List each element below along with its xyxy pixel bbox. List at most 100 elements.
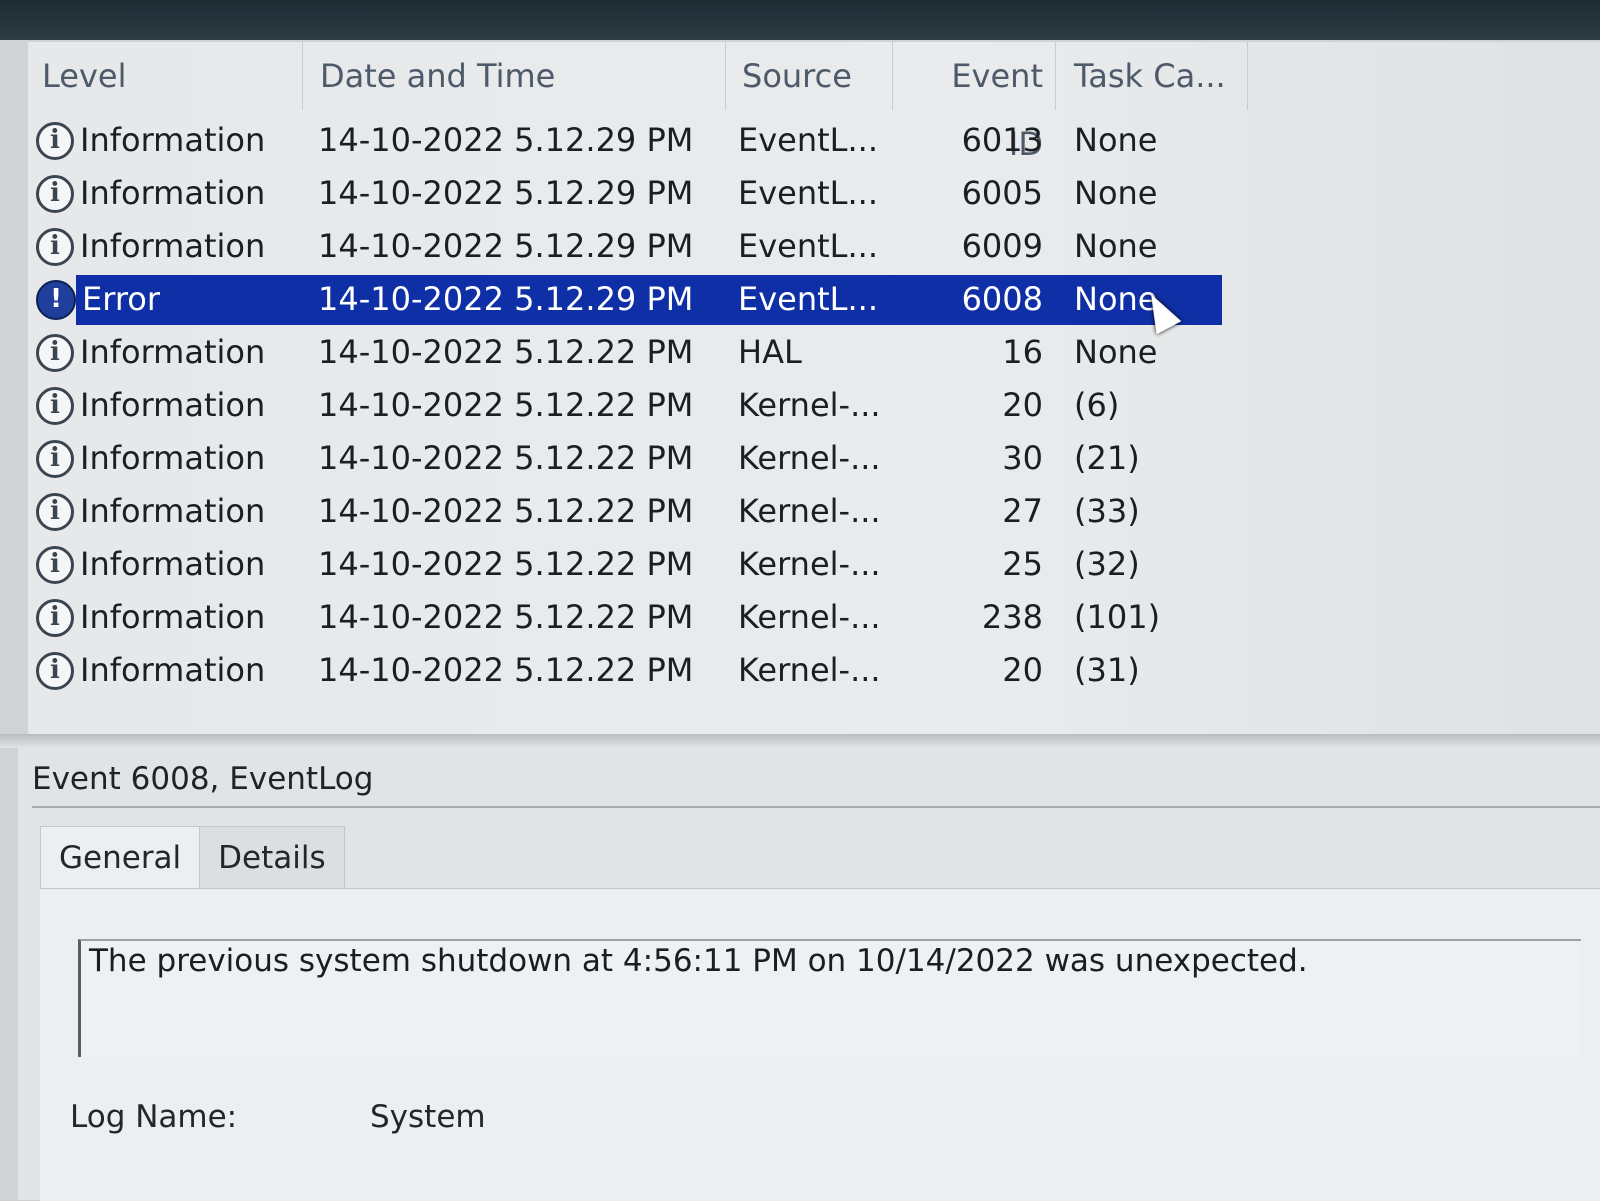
column-header-task-category[interactable]: Task Ca... [1060, 42, 1248, 110]
level-text: Information [80, 651, 266, 689]
level-text: Information [80, 545, 266, 583]
event-rows: i Information 14-10-2022 5.12.29 PM EventL.… [28, 114, 1600, 697]
date-time-cell: 14-10-2022 5.12.29 PM [318, 227, 694, 265]
table-row[interactable]: i Information 14-10-2022 5.12.22 PM Kernel-… [28, 538, 1248, 591]
log-name-label: Log Name: [70, 1099, 238, 1135]
information-icon: i [36, 386, 74, 425]
event-id-cell: 20 [1002, 386, 1043, 424]
source-cell: Kernel-... [738, 439, 881, 477]
level-cell: i Information [36, 379, 306, 432]
level-cell: i Information [36, 591, 306, 644]
task-category-cell: (32) [1074, 545, 1140, 583]
source-cell: Kernel-... [738, 492, 881, 530]
column-header-event-id[interactable]: Event ID [896, 42, 1056, 163]
column-header-date-time[interactable]: Date and Time [306, 42, 726, 110]
log-name-value: System [370, 1099, 486, 1135]
task-category-cell: None [1074, 174, 1158, 212]
date-time-cell: 14-10-2022 5.12.29 PM [318, 280, 694, 318]
event-id-cell: 6013 [961, 121, 1043, 159]
event-id-cell: 6005 [961, 174, 1043, 212]
window-title-strip [0, 0, 1600, 40]
date-time-cell: 14-10-2022 5.12.22 PM [318, 439, 694, 477]
level-text: Information [80, 333, 266, 371]
level-text: Information [80, 121, 266, 159]
tab-general[interactable]: General [40, 826, 201, 889]
task-category-cell: (6) [1074, 386, 1120, 424]
date-time-cell: 14-10-2022 5.12.22 PM [318, 598, 694, 636]
column-header-level[interactable]: Level [28, 42, 303, 110]
level-cell: i Information [36, 220, 306, 273]
date-time-cell: 14-10-2022 5.12.22 PM [318, 492, 694, 530]
level-cell: i Information [36, 432, 306, 485]
level-cell: ! Error [36, 273, 306, 326]
table-row[interactable]: i Information 14-10-2022 5.12.22 PM Kernel-… [28, 485, 1248, 538]
divider [32, 806, 1600, 808]
level-cell: i Information [36, 485, 306, 538]
information-icon: i [36, 651, 74, 690]
information-icon: i [36, 439, 74, 478]
event-id-cell: 6009 [961, 227, 1043, 265]
source-cell: Kernel-... [738, 545, 881, 583]
column-header-row: Level Date and Time Source Event ID Task… [28, 42, 1248, 163]
event-id-cell: 6008 [961, 280, 1043, 318]
date-time-cell: 14-10-2022 5.12.29 PM [318, 174, 694, 212]
information-icon: i [36, 333, 74, 372]
table-row[interactable]: ! Error 14-10-2022 5.12.29 PM EventL... 6008… [28, 273, 1248, 326]
event-message-text: The previous system shutdown at 4:56:11 … [89, 943, 1308, 979]
level-cell: i Information [36, 538, 306, 591]
table-row[interactable]: i Information 14-10-2022 5.12.29 PM EventL.… [28, 220, 1248, 273]
table-row[interactable]: i Information 14-10-2022 5.12.22 PM Kernel-… [28, 644, 1248, 697]
event-details-title: Event 6008, EventLog [32, 761, 374, 797]
source-cell: EventL... [738, 174, 879, 212]
event-id-cell: 25 [1002, 545, 1043, 583]
table-row[interactable]: i Information 14-10-2022 5.12.29 PM EventL.… [28, 114, 1248, 167]
column-header-source[interactable]: Source [728, 42, 893, 110]
error-icon: ! [36, 279, 76, 320]
event-details-panel: Event 6008, EventLog General Details The… [18, 748, 1600, 1201]
task-category-cell: None [1074, 333, 1158, 371]
level-cell: i Information [36, 644, 306, 697]
source-cell: Kernel-... [738, 386, 881, 424]
source-cell: EventL... [738, 280, 879, 318]
table-row[interactable]: i Information 14-10-2022 5.12.29 PM EventL.… [28, 167, 1248, 220]
table-row[interactable]: i Information 14-10-2022 5.12.22 PM Kernel-… [28, 379, 1248, 432]
level-text: Error [82, 280, 160, 318]
source-cell: EventL... [738, 227, 879, 265]
date-time-cell: 14-10-2022 5.12.22 PM [318, 651, 694, 689]
tab-details[interactable]: Details [200, 826, 345, 889]
level-text: Information [80, 227, 266, 265]
table-row[interactable]: i Information 14-10-2022 5.12.22 PM Kernel-… [28, 591, 1248, 644]
event-list[interactable]: Level Date and Time Source Event ID Task… [28, 42, 1600, 734]
date-time-cell: 14-10-2022 5.12.29 PM [318, 121, 694, 159]
information-icon: i [36, 598, 74, 637]
task-category-cell: (21) [1074, 439, 1140, 477]
level-text: Information [80, 598, 266, 636]
date-time-cell: 14-10-2022 5.12.22 PM [318, 386, 694, 424]
information-icon: i [36, 545, 74, 584]
event-id-cell: 20 [1002, 651, 1043, 689]
event-id-cell: 238 [981, 598, 1043, 636]
source-cell: EventL... [738, 121, 879, 159]
task-category-cell: (31) [1074, 651, 1140, 689]
level-text: Information [80, 174, 266, 212]
date-time-cell: 14-10-2022 5.12.22 PM [318, 333, 694, 371]
level-text: Information [80, 439, 266, 477]
source-cell: Kernel-... [738, 651, 881, 689]
task-category-cell: None [1074, 121, 1158, 159]
table-row[interactable]: i Information 14-10-2022 5.12.22 PM HAL 16 No… [28, 326, 1248, 379]
event-id-cell: 16 [1002, 333, 1043, 371]
level-cell: i Information [36, 167, 306, 220]
pane-splitter[interactable] [0, 734, 1600, 748]
level-cell: i Information [36, 326, 306, 379]
task-category-cell: (33) [1074, 492, 1140, 530]
information-icon: i [36, 121, 74, 160]
task-category-cell: (101) [1074, 598, 1161, 636]
information-icon: i [36, 227, 74, 266]
source-cell: HAL [738, 333, 802, 371]
task-category-cell: None [1074, 227, 1158, 265]
source-cell: Kernel-... [738, 598, 881, 636]
level-text: Information [80, 492, 266, 530]
details-tabs: General Details [40, 826, 345, 889]
event-message-box[interactable]: The previous system shutdown at 4:56:11 … [78, 939, 1581, 1057]
table-row[interactable]: i Information 14-10-2022 5.12.22 PM Kernel-… [28, 432, 1248, 485]
